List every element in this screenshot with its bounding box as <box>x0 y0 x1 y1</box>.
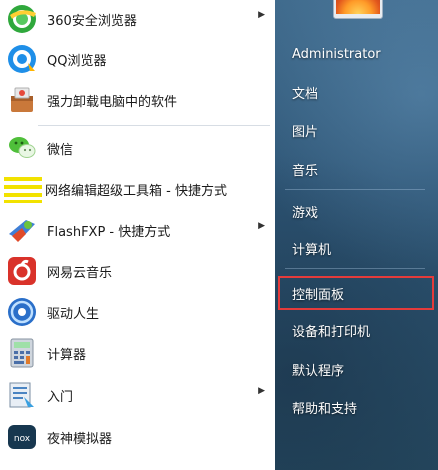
places-label: 帮助和支持 <box>292 401 358 417</box>
program-item-wechat[interactable]: 微信 <box>0 129 275 167</box>
places-label: 音乐 <box>292 163 319 179</box>
program-label: FlashFXP - 快捷方式 <box>47 224 171 240</box>
program-label: 360安全浏览器 <box>47 13 137 29</box>
program-item-qq-browser[interactable]: QQ浏览器 <box>0 40 275 78</box>
places-item-default-programs[interactable]: 默认程序 <box>281 355 431 383</box>
places-item-documents[interactable]: 文档 <box>281 78 431 106</box>
places-label: 设备和打印机 <box>292 324 371 340</box>
places-item-pictures[interactable]: 图片 <box>281 116 431 144</box>
program-item-getting-started[interactable]: 入门 ▶ <box>0 376 275 414</box>
programs-panel: 360安全浏览器 ▶ QQ浏览器 强力卸载电脑中的软件 微信 网络编辑超级工具箱… <box>0 0 275 470</box>
program-label: QQ浏览器 <box>47 53 107 69</box>
user-name-link[interactable]: Administrator <box>281 40 431 68</box>
getting-started-icon <box>6 379 38 411</box>
program-item-360-browser[interactable]: 360安全浏览器 ▶ <box>0 0 275 38</box>
separator <box>285 189 425 190</box>
program-item-netease-music[interactable]: 网易云音乐 <box>0 252 275 290</box>
calculator-icon <box>6 337 38 369</box>
program-label: 夜神模拟器 <box>47 431 113 447</box>
places-label: 计算机 <box>292 242 332 258</box>
user-name-label: Administrator <box>292 46 381 62</box>
netease-music-icon <box>6 255 38 287</box>
places-panel: Administrator 文档 图片 音乐 游戏 计算机 控制面板 设备和打印… <box>275 0 438 470</box>
driver-life-icon <box>6 296 38 328</box>
places-item-music[interactable]: 音乐 <box>281 155 431 183</box>
program-item-nox[interactable]: nox 夜神模拟器 <box>0 418 275 456</box>
submenu-arrow-icon: ▶ <box>258 221 265 231</box>
submenu-arrow-icon: ▶ <box>258 386 265 396</box>
places-label: 默认程序 <box>292 363 345 379</box>
360-browser-icon <box>6 3 38 35</box>
nox-emulator-icon: nox <box>6 421 38 453</box>
program-label: 驱动人生 <box>47 306 100 322</box>
program-item-uninstaller[interactable]: 强力卸载电脑中的软件 <box>0 81 275 119</box>
places-label: 游戏 <box>292 205 319 221</box>
toolbox-icon <box>4 173 42 205</box>
places-label: 文档 <box>292 86 319 102</box>
program-item-driver-life[interactable]: 驱动人生 <box>0 293 275 331</box>
program-item-flashfxp[interactable]: FlashFXP - 快捷方式 ▶ <box>0 211 275 249</box>
control-panel-highlight-box <box>278 276 434 310</box>
qq-browser-icon <box>6 43 38 75</box>
user-avatar[interactable] <box>333 0 383 19</box>
program-label: 入门 <box>47 389 74 405</box>
program-label: 微信 <box>47 142 74 158</box>
places-item-games[interactable]: 游戏 <box>281 197 431 225</box>
places-item-computer[interactable]: 计算机 <box>281 234 431 262</box>
flower-picture <box>336 0 380 14</box>
nox-logo-text: nox <box>14 434 31 444</box>
places-label: 图片 <box>292 124 319 140</box>
separator <box>38 125 270 126</box>
uninstaller-icon <box>6 84 38 116</box>
places-item-help-support[interactable]: 帮助和支持 <box>281 393 431 421</box>
flashfxp-icon <box>6 214 38 246</box>
submenu-arrow-icon: ▶ <box>258 10 265 20</box>
program-item-toolbox[interactable]: 网络编辑超级工具箱 - 快捷方式 <box>0 170 275 208</box>
program-item-calculator[interactable]: 计算器 <box>0 334 275 372</box>
places-item-devices-printers[interactable]: 设备和打印机 <box>281 316 431 344</box>
program-label: 强力卸载电脑中的软件 <box>47 94 178 110</box>
program-label: 网易云音乐 <box>47 265 113 281</box>
program-label: 计算器 <box>47 347 87 363</box>
separator <box>285 268 425 269</box>
wechat-icon <box>6 132 38 164</box>
program-label: 网络编辑超级工具箱 - 快捷方式 <box>45 183 227 199</box>
